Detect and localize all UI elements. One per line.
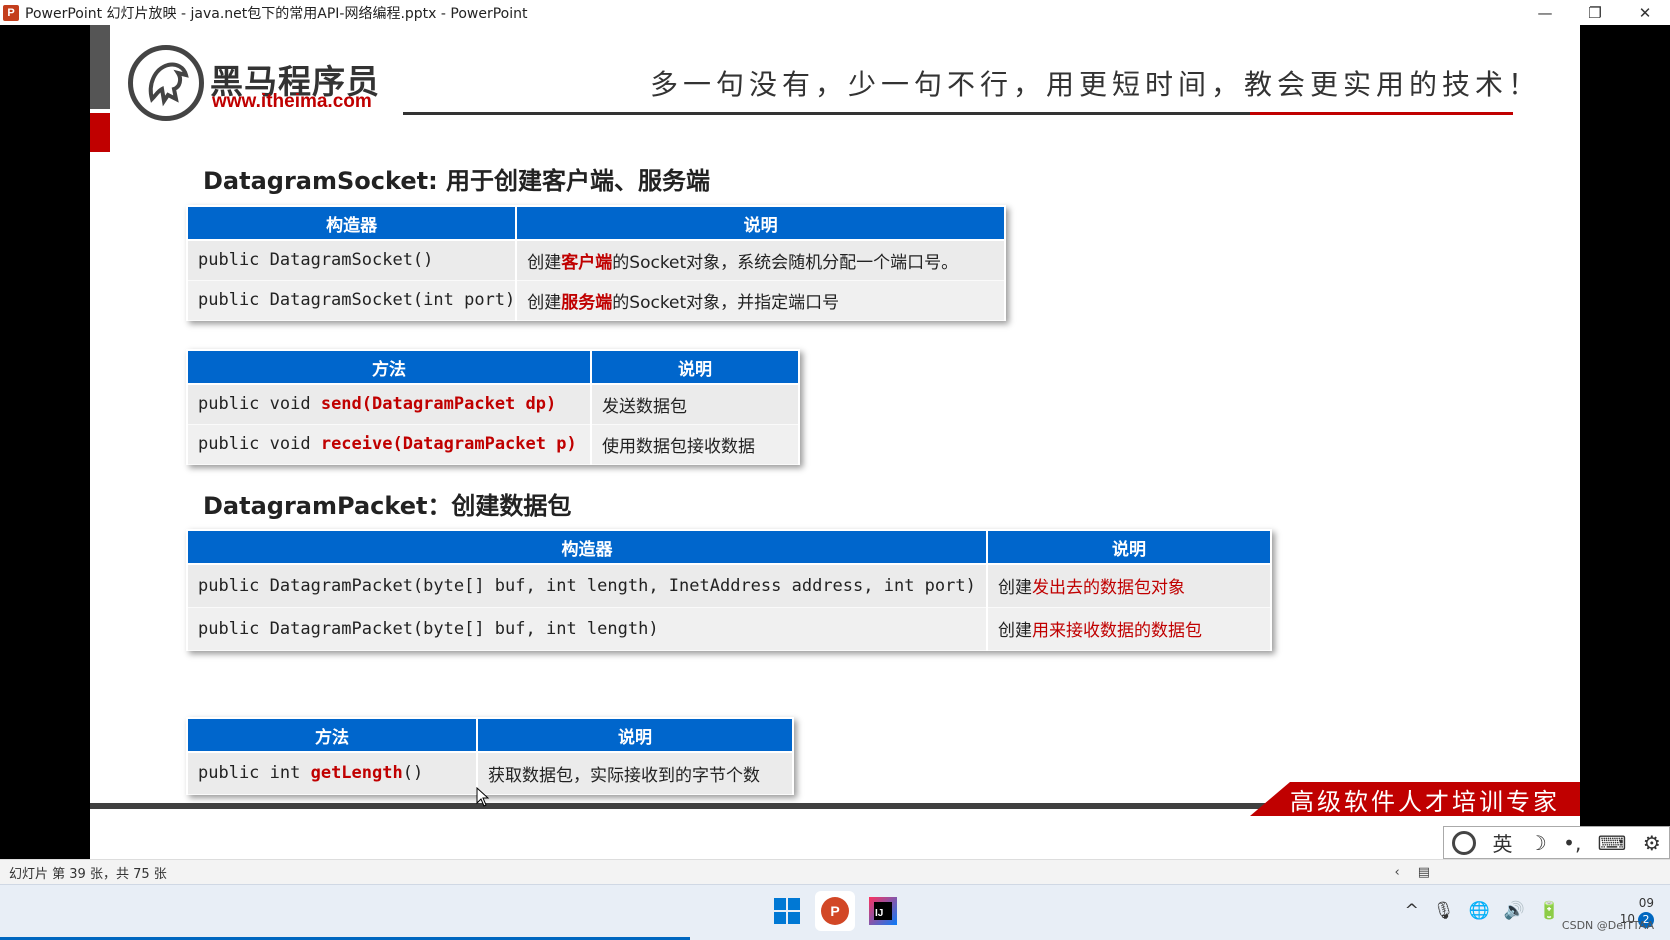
- powerpoint-icon: P: [3, 4, 19, 21]
- table-row: public DatagramPacket(byte[] buf, int le…: [186, 563, 1272, 608]
- table-row: public int getLength() 获取数据包，实际接收到的字节个数: [186, 751, 794, 795]
- table-header: 方法: [186, 717, 478, 753]
- footer-tagline: 高级软件人才培训专家: [1250, 782, 1580, 816]
- table-header: 构造器: [186, 529, 988, 565]
- volume-icon[interactable]: 🔊: [1504, 901, 1525, 921]
- code-cell: public DatagramPacket(byte[] buf, int le…: [186, 563, 988, 608]
- tray-expand-icon[interactable]: ^: [1405, 901, 1419, 921]
- decorative-bar-gray: [90, 25, 110, 109]
- desc-cell: 使用数据包接收数据: [590, 423, 800, 465]
- desc-cell: 创建发出去的数据包对象: [986, 563, 1272, 608]
- table-datagramsocket-methods: 方法 说明 public void send(DatagramPacket dp)…: [186, 349, 800, 465]
- ime-mode-button[interactable]: 英: [1493, 828, 1513, 857]
- punctuation-icon[interactable]: •,: [1563, 831, 1581, 855]
- slogan: 多一句没有，少一句不行，用更短时间，教会更实用的技术！: [650, 68, 1542, 101]
- moon-icon[interactable]: ☽: [1529, 831, 1547, 855]
- title-bar: P PowerPoint 幻灯片放映 - java.net包下的常用API-网络…: [0, 0, 1670, 25]
- gear-icon[interactable]: ⚙: [1643, 831, 1661, 855]
- windows-start-icon[interactable]: [767, 891, 807, 931]
- slideshow-stage: 黑马程序员 www.itheima.com 多一句没有，少一句不行，用更短时间，…: [0, 25, 1670, 859]
- previous-slide-icon[interactable]: ‹: [1395, 865, 1400, 880]
- table-header: 说明: [476, 717, 794, 753]
- table-row: public DatagramSocket(int port) 创建服务端的So…: [185, 279, 1006, 321]
- decorative-bar-red: [90, 113, 110, 152]
- powerpoint-taskbar-icon[interactable]: P: [815, 891, 855, 931]
- header-divider-accent: [1250, 112, 1513, 115]
- code-cell: public DatagramSocket(int port): [185, 279, 518, 321]
- desc-cell: 发送数据包: [590, 383, 800, 425]
- slide[interactable]: 黑马程序员 www.itheima.com 多一句没有，少一句不行，用更短时间，…: [90, 25, 1580, 859]
- table-header: 说明: [515, 205, 1006, 241]
- network-icon[interactable]: 🌐: [1468, 901, 1489, 921]
- desc-cell: 获取数据包，实际接收到的字节个数: [476, 751, 794, 795]
- logo-url: www.itheima.com: [212, 91, 372, 112]
- table-row: public DatagramPacket(byte[] buf, int le…: [186, 606, 1272, 651]
- table-header: 说明: [590, 349, 800, 385]
- mouse-cursor-icon: [476, 787, 490, 807]
- table-row: public void send(DatagramPacket dp) 发送数据…: [186, 383, 800, 425]
- table-datagrampacket-constructors: 构造器 说明 public DatagramPacket(byte[] buf, …: [186, 529, 1272, 651]
- ime-logo-icon[interactable]: [1452, 830, 1477, 855]
- minimize-button[interactable]: —: [1520, 0, 1570, 25]
- restore-button[interactable]: ❐: [1570, 0, 1620, 25]
- code-cell: public void send(DatagramPacket dp): [186, 383, 592, 425]
- table-datagrampacket-methods: 方法 说明 public int getLength() 获取数据包，实际接收到的…: [186, 717, 794, 795]
- horse-logo-icon: [128, 45, 204, 121]
- taskbar: P IJ ^ 🎙 🌐 🔊 🔋 09 10 2 CSDN @DeITTAA: [0, 884, 1670, 940]
- notes-icon[interactable]: ▤: [1418, 865, 1430, 880]
- desc-cell: 创建客户端的Socket对象，系统会随机分配一个端口号。: [515, 239, 1006, 281]
- table-row: public void receive(DatagramPacket p) 使用…: [186, 423, 800, 465]
- table-row: public DatagramSocket() 创建客户端的Socket对象，系…: [185, 239, 1006, 281]
- close-button[interactable]: ✕: [1620, 0, 1670, 25]
- ime-toolbar: 英 ☽ •, ⌨ ⚙: [1443, 826, 1670, 859]
- slide-counter: 幻灯片 第 39 张，共 75 张: [9, 866, 167, 882]
- keyboard-icon[interactable]: ⌨: [1598, 831, 1627, 855]
- microphone-icon[interactable]: 🎙: [1433, 901, 1455, 921]
- window-title: PowerPoint 幻灯片放映 - java.net包下的常用API-网络编程…: [25, 5, 528, 22]
- desc-cell: 创建服务端的Socket对象，并指定端口号: [515, 279, 1006, 321]
- watermark: CSDN @DeITTAA: [1561, 919, 1654, 932]
- intellij-taskbar-icon[interactable]: IJ: [863, 891, 903, 931]
- table-header: 说明: [986, 529, 1272, 565]
- code-cell: public DatagramPacket(byte[] buf, int le…: [186, 606, 988, 651]
- code-cell: public void receive(DatagramPacket p): [186, 423, 592, 465]
- section-title-datagrampacket: DatagramPacket：创建数据包: [203, 492, 572, 520]
- table-header: 构造器: [185, 205, 518, 241]
- code-cell: public int getLength(): [186, 751, 478, 795]
- status-bar: 幻灯片 第 39 张，共 75 张 ‹ ▤: [0, 859, 1670, 884]
- section-title-datagramsocket: DatagramSocket: 用于创建客户端、服务端: [203, 167, 711, 195]
- table-header: 方法: [186, 349, 592, 385]
- code-cell: public DatagramSocket(): [185, 239, 518, 281]
- battery-icon[interactable]: 🔋: [1539, 901, 1560, 921]
- table-datagramsocket-constructors: 构造器 说明 public DatagramSocket() 创建客户端的Sock…: [185, 205, 1006, 321]
- desc-cell: 创建用来接收数据的数据包: [986, 606, 1272, 651]
